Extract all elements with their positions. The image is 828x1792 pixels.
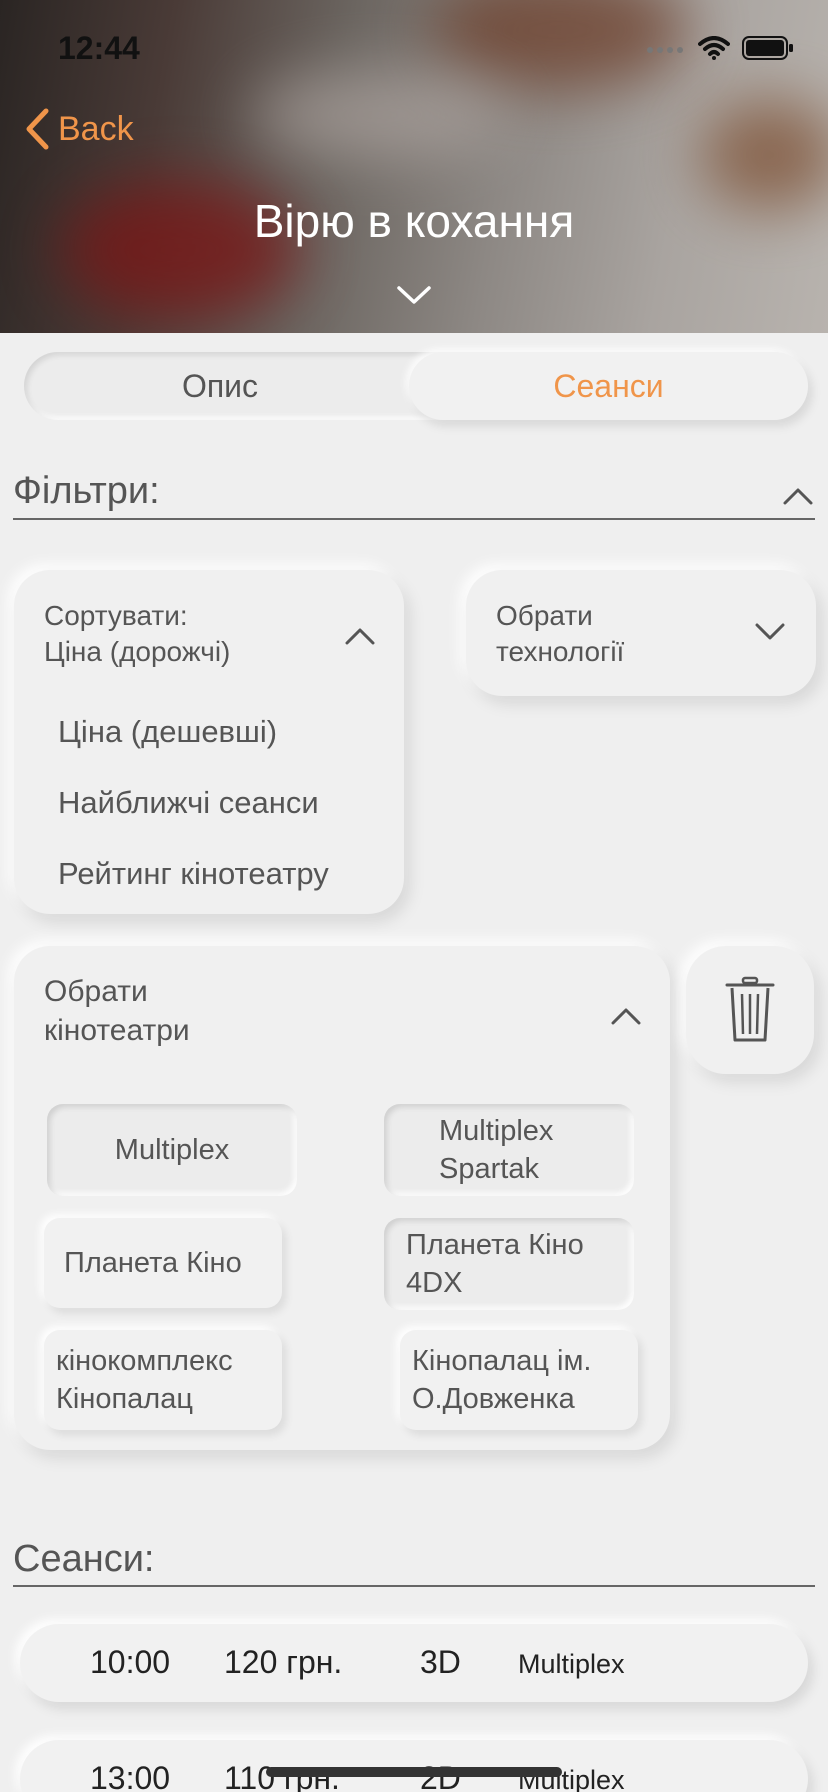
trash-icon [725, 976, 775, 1042]
session-format: 3D [420, 1644, 461, 1680]
clear-filters-button[interactable] [686, 946, 814, 1074]
filters-title: Фільтри: [13, 470, 160, 512]
cinema-chip-planeta-kino[interactable]: Планета Кіно [44, 1218, 282, 1308]
sort-option[interactable]: Найближчі сеанси [58, 785, 319, 821]
cinemas-label-line1: Обрати [44, 975, 148, 1008]
back-button[interactable]: Back [24, 108, 134, 150]
session-row[interactable]: 10:00 120 грн. 3D Multiplex [20, 1624, 808, 1702]
chevron-up-icon[interactable] [344, 626, 376, 646]
cinema-chip-line2: О.Довженка [412, 1383, 575, 1415]
cinema-chip-line1: кінокомплекс [56, 1345, 233, 1377]
chevron-left-icon [26, 108, 49, 150]
cinemas-dropdown[interactable]: Обрати кінотеатри Multiplex Multiplex Sp… [14, 946, 670, 1450]
cinemas-label: Обрати кінотеатри [44, 972, 190, 1050]
movie-title: Вірю в кохання [253, 195, 575, 247]
tab-sessions[interactable]: Сеанси [409, 352, 808, 420]
filters-divider [13, 518, 815, 520]
chevron-up-icon[interactable] [782, 486, 814, 506]
session-row[interactable]: 13:00 110 грн. 2D Multiplex [20, 1740, 808, 1792]
technology-label: Обрати технології [496, 598, 624, 670]
sort-label-title: Сортувати: [44, 600, 188, 631]
home-indicator [266, 1767, 562, 1777]
cinemas-label-line2: кінотеатри [44, 1014, 190, 1047]
back-label: Back [58, 109, 134, 148]
signal-icon [647, 47, 683, 53]
sort-dropdown[interactable]: Сортувати: Ціна (дорожчі) Ціна (дешевші)… [14, 570, 404, 914]
cinema-chip-line2: 4DX [406, 1267, 463, 1299]
session-time: 10:00 [90, 1644, 171, 1680]
wifi-icon [698, 36, 730, 60]
sessions-title: Сеанси: [13, 1538, 155, 1580]
sort-selected-value: Ціна (дорожчі) [44, 636, 231, 667]
movie-hero-header: 12:44 Back Вірю в кохання [0, 0, 828, 333]
cinema-chip-line1: Кінопалац ім. [412, 1345, 592, 1377]
status-time: 12:44 [58, 30, 140, 66]
cinema-chip-line2: Кінопалац [56, 1383, 193, 1415]
tab-description[interactable]: Опис [24, 352, 416, 420]
cinema-chip-planeta-kino-4dx[interactable]: Планета Кіно 4DX [384, 1218, 634, 1310]
cinema-chip-line2: Spartak [439, 1153, 539, 1185]
chevron-up-icon[interactable] [610, 1006, 642, 1026]
cinema-chip-line1: Multiplex [439, 1115, 554, 1147]
sort-option[interactable]: Рейтинг кінотеатру [58, 856, 329, 892]
sessions-divider [13, 1585, 815, 1587]
cinema-chip-line1: Multiplex [114, 1134, 230, 1166]
session-cinema: Multiplex [518, 1649, 625, 1679]
chevron-down-icon[interactable] [754, 622, 786, 642]
hero-blur-shape [250, 70, 510, 160]
technology-dropdown[interactable]: Обрати технології [466, 570, 816, 696]
sort-label: Сортувати: Ціна (дорожчі) [44, 598, 230, 670]
sort-option[interactable]: Ціна (дешевші) [58, 714, 277, 750]
status-icons [646, 36, 794, 60]
battery-icon [742, 36, 793, 60]
segmented-control: Опис Сеанси [24, 352, 808, 420]
cinema-chip-line1: Планета Кіно [64, 1247, 242, 1279]
technology-label-line2: технології [496, 636, 625, 667]
technology-label-line1: Обрати [496, 600, 593, 631]
cinema-chip-line1: Планета Кіно [406, 1229, 584, 1261]
cinema-chip-multiplex-spartak[interactable]: Multiplex Spartak [384, 1104, 634, 1196]
cinema-chip-kinopalats-dovzhenka[interactable]: Кінопалац ім. О.Довженка [400, 1330, 638, 1430]
cinema-chip-multiplex[interactable]: Multiplex [47, 1104, 297, 1196]
cinema-chip-kinokompleks-kinopalats[interactable]: кінокомплекс Кінопалац [44, 1330, 282, 1430]
session-price: 120 грн. [224, 1644, 343, 1680]
chevron-down-icon[interactable] [396, 284, 432, 306]
session-time: 13:00 [90, 1760, 171, 1792]
